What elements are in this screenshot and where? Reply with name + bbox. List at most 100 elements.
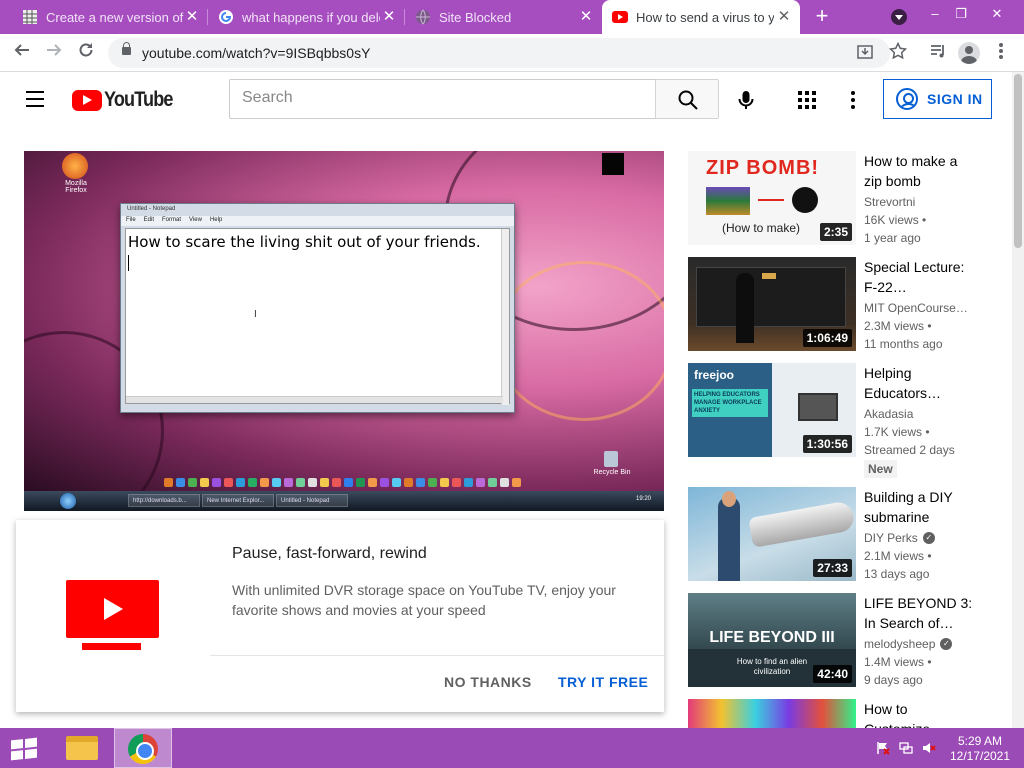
google-icon [219, 10, 233, 24]
scrollbar-thumb[interactable] [1014, 74, 1022, 248]
system-clock[interactable]: 5:29 AM 12/17/2021 [948, 734, 1012, 764]
thumbnail-subtext: HELPING EDUCATORS MANAGE WORKPLACE ANXIE… [694, 392, 762, 414]
view-count: 1.4M views • [864, 655, 932, 669]
forward-button[interactable] [42, 41, 66, 65]
reload-button[interactable] [74, 41, 98, 65]
channel-name[interactable]: melodysheep ✓ [864, 637, 974, 651]
video-title[interactable]: Special Lecture: F-22… [864, 257, 976, 297]
profile-avatar[interactable] [958, 42, 980, 64]
video-title[interactable]: Helping Educators… [864, 363, 976, 403]
related-video-item[interactable]: How to Customize [688, 699, 1008, 728]
browser-menu-icon[interactable] [990, 42, 1012, 64]
promo-title: Pause, fast-forward, rewind [232, 545, 427, 562]
close-window-button[interactable]: ✕ [987, 4, 1007, 24]
new-badge: New [864, 460, 897, 478]
notepad-text: How to scare the living shit out of your… [128, 233, 481, 251]
no-thanks-button[interactable]: NO THANKS [444, 674, 532, 690]
thumbnail-subtext: (How to make) [722, 221, 801, 235]
search-input[interactable]: Search [229, 79, 656, 119]
tab-youtube-active[interactable]: How to send a virus to yo ✕ [602, 0, 800, 34]
video-desktop-dock [164, 478, 539, 490]
youtube-masthead: YouTube Search SIGN IN [0, 72, 1012, 128]
page-scrollbar[interactable] [1012, 72, 1024, 728]
close-tab-icon[interactable]: ✕ [776, 9, 792, 25]
video-duration: 2:35 [819, 223, 852, 241]
sign-in-button[interactable]: SIGN IN [883, 79, 992, 119]
taskbar-chrome[interactable] [114, 728, 172, 768]
network-icon[interactable] [899, 741, 913, 755]
channel-name[interactable]: MIT OpenCourse… [864, 301, 974, 315]
arrow-right-icon [47, 44, 62, 56]
taskbar-file-explorer[interactable] [52, 728, 110, 768]
volume-muted-icon[interactable] [922, 741, 936, 755]
verified-check-icon: ✓ [922, 532, 935, 544]
video-thumbnail[interactable]: ZIP BOMB! (How to make) 2:35 [688, 151, 856, 245]
video-title[interactable]: LIFE BEYOND 3: In Search of… [864, 593, 976, 633]
video-thumbnail[interactable]: LIFE BEYOND III How to find an alien civ… [688, 593, 856, 687]
address-bar[interactable]: youtube.com/watch?v=9ISBqbbs0sY [108, 38, 890, 68]
video-duration: 1:06:49 [802, 329, 852, 347]
video-player[interactable]: Mozilla Firefox Recycle Bin Untitled - N… [24, 151, 664, 511]
video-title[interactable]: How to Customize [864, 699, 976, 728]
spreadsheet-icon [23, 10, 37, 24]
windows-start-icon[interactable] [11, 737, 38, 761]
tab-search-icon[interactable] [891, 9, 907, 25]
upload-age: 11 months ago [864, 337, 943, 351]
back-button[interactable] [10, 41, 34, 65]
notepad-title: Untitled - Notepad [127, 206, 176, 212]
related-video-item[interactable]: ZIP BOMB! (How to make) 2:35 How to make… [688, 151, 1008, 251]
video-task-item: Untitled - Notepad [276, 494, 348, 507]
minimize-button[interactable]: – [925, 4, 945, 24]
channel-name[interactable]: DIY Perks ✓ [864, 531, 974, 545]
youtube-apps-grid-icon[interactable] [798, 91, 816, 109]
video-title[interactable]: How to make a zip bomb [864, 151, 976, 191]
bomb-icon [792, 187, 818, 213]
related-video-item[interactable]: freejoo HELPING EDUCATORS MANAGE WORKPLA… [688, 363, 1008, 483]
video-title[interactable]: Building a DIY submarine [864, 487, 976, 527]
channel-name[interactable]: Akadasia [864, 407, 974, 421]
tab-title: Create a new version of p [46, 9, 184, 25]
video-desktop-taskbar: http://downloads.b... New Internet Explo… [24, 491, 664, 511]
upload-age: 13 days ago [864, 567, 930, 581]
promo-text: With unlimited DVR storage space on YouT… [232, 582, 616, 618]
close-tab-icon[interactable]: ✕ [578, 9, 594, 25]
settings-more-icon[interactable] [851, 91, 857, 109]
close-tab-icon[interactable]: ✕ [184, 9, 200, 25]
youtube-logo[interactable]: YouTube [72, 88, 184, 111]
voice-search-mic-icon[interactable] [734, 88, 758, 112]
url-text[interactable]: youtube.com/watch?v=9ISBqbbs0sY [142, 45, 370, 61]
channel-name[interactable]: Strevortni [864, 195, 974, 209]
text-cursor-icon: I [254, 309, 257, 320]
related-video-item[interactable]: 27:33 Building a DIY submarine DIY Perks… [688, 487, 1008, 587]
browser-tab-strip: Create a new version of p ✕ what happens… [0, 0, 1024, 34]
video-thumbnail[interactable]: 1:06:49 [688, 257, 856, 351]
tab-what-happens[interactable]: what happens if you dele ✕ [208, 0, 405, 34]
related-video-item[interactable]: 1:06:49 Special Lecture: F-22… MIT OpenC… [688, 257, 1008, 357]
install-icon[interactable] [856, 44, 874, 62]
youtube-play-logo-icon [72, 89, 102, 111]
related-video-item[interactable]: LIFE BEYOND III How to find an alien civ… [688, 593, 1008, 693]
upload-age: Streamed 2 days [864, 443, 955, 457]
restore-button[interactable]: ❐ [951, 4, 971, 24]
hamburger-menu-icon[interactable] [26, 91, 46, 107]
action-center-flag-icon[interactable] [876, 741, 890, 755]
arrow-left-icon [14, 44, 29, 56]
close-tab-icon[interactable]: ✕ [381, 9, 397, 25]
video-thumbnail[interactable]: 27:33 [688, 487, 856, 581]
thumbnail-text: ZIP BOMB! [706, 157, 820, 179]
video-thumbnail[interactable] [688, 699, 856, 728]
search-button[interactable] [655, 79, 719, 119]
account-icon [896, 88, 918, 110]
sign-in-label: SIGN IN [927, 91, 983, 107]
video-thumbnail[interactable]: freejoo HELPING EDUCATORS MANAGE WORKPLA… [688, 363, 856, 457]
new-tab-button[interactable]: + [811, 5, 833, 28]
tab-create-version[interactable]: Create a new version of p ✕ [12, 0, 208, 34]
upload-age: 9 days ago [864, 673, 923, 687]
tab-site-blocked[interactable]: Site Blocked ✕ [405, 0, 602, 34]
bookmark-star-icon[interactable] [887, 41, 909, 64]
try-it-free-button[interactable]: TRY IT FREE [558, 674, 648, 690]
media-queue-icon[interactable] [927, 42, 949, 64]
chrome-icon [128, 734, 158, 764]
notepad-text-area: How to scare the living shit out of your… [125, 228, 510, 405]
video-task-item: New Internet Explor... [202, 494, 274, 507]
